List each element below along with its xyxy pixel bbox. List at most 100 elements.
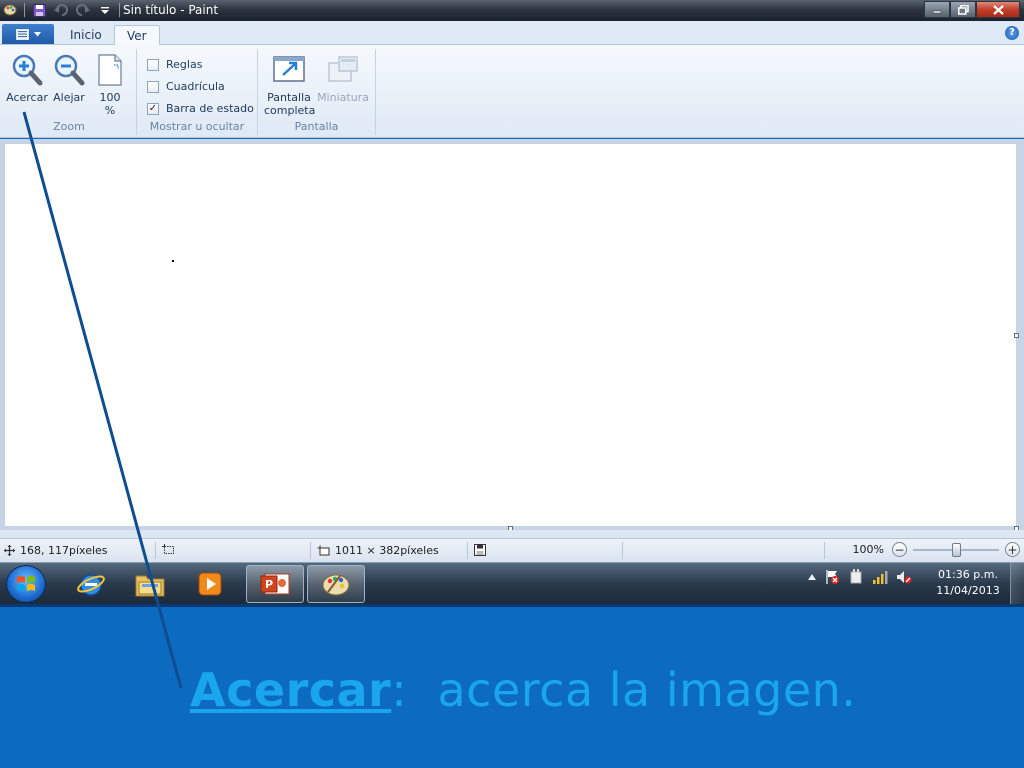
checkmark-icon: ✓ bbox=[147, 102, 159, 115]
zoom-out-button[interactable]: Alejar bbox=[49, 53, 89, 104]
clock-time: 01:36 p.m. bbox=[938, 568, 998, 581]
minimize-button[interactable] bbox=[924, 1, 950, 18]
paint-app-icon[interactable] bbox=[2, 2, 18, 18]
save-icon[interactable] bbox=[31, 2, 47, 18]
qat-separator bbox=[119, 3, 120, 17]
horizontal-scrollbar[interactable] bbox=[0, 530, 1024, 538]
status-separator bbox=[622, 542, 623, 559]
qat-separator bbox=[24, 3, 25, 17]
zoom-out-label: Alejar bbox=[53, 91, 85, 104]
start-button[interactable] bbox=[6, 565, 46, 603]
close-icon bbox=[992, 4, 1004, 15]
svg-text:P: P bbox=[265, 578, 273, 591]
ribbon-panel: Acercar Alejar 100 % Zoom Reglas Cuadríc… bbox=[0, 45, 1024, 138]
zoom-in-label: Acercar bbox=[6, 91, 48, 104]
action-center-flag-icon[interactable] bbox=[824, 569, 840, 585]
zoom-control: 100% − + bbox=[853, 542, 1020, 557]
tab-inicio[interactable]: Inicio bbox=[58, 25, 114, 46]
status-separator bbox=[310, 542, 311, 559]
taskbar-windows-explorer[interactable] bbox=[121, 565, 179, 603]
network-icon[interactable] bbox=[872, 569, 888, 585]
group-zoom: Acercar Alejar 100 % Zoom bbox=[2, 49, 137, 135]
zoom-out-small-icon[interactable]: − bbox=[892, 542, 907, 557]
group-display: Pantalla completa Miniatura Pantalla bbox=[258, 49, 376, 135]
gridlines-checkbox[interactable]: Cuadrícula bbox=[147, 80, 225, 93]
title-bar: Sin título - Paint bbox=[0, 0, 1024, 21]
status-separator bbox=[155, 542, 156, 559]
clock[interactable]: 01:36 p.m. 11/04/2013 bbox=[930, 567, 1006, 599]
paint-menu-button[interactable] bbox=[2, 24, 54, 44]
maximize-button[interactable] bbox=[950, 1, 976, 18]
status-bar: 168, 117píxeles 1011 × 382píxeles 100% −… bbox=[0, 538, 1024, 562]
fullscreen-label-line2: completa bbox=[264, 104, 316, 117]
move-cursor-icon bbox=[4, 545, 15, 556]
volume-muted-icon[interactable] bbox=[896, 569, 912, 585]
window-title: Sin título - Paint bbox=[123, 3, 219, 17]
thumbnail-icon bbox=[326, 53, 360, 87]
restore-icon bbox=[957, 4, 969, 15]
caption-separator: : bbox=[391, 663, 408, 717]
actual-size-button[interactable]: 100 % bbox=[92, 53, 128, 117]
window-controls bbox=[924, 1, 1020, 18]
gridlines-label: Cuadrícula bbox=[166, 80, 225, 93]
show-desktop-button[interactable] bbox=[1010, 563, 1024, 605]
media-player-icon bbox=[198, 572, 222, 596]
selection-size bbox=[162, 544, 180, 555]
zoom-out-icon bbox=[52, 53, 86, 87]
menu-icon bbox=[15, 28, 29, 40]
canvas-size-icon bbox=[317, 545, 330, 556]
resize-handle-right[interactable] bbox=[1014, 333, 1019, 338]
fullscreen-label-line1: Pantalla bbox=[267, 91, 311, 104]
group-show-hide: Reglas Cuadrícula ✓ Barra de estado Most… bbox=[137, 49, 258, 135]
zoom-slider-thumb[interactable] bbox=[952, 543, 961, 557]
powerpoint-icon: P bbox=[260, 573, 290, 595]
taskbar-internet-explorer[interactable] bbox=[62, 565, 120, 603]
power-icon[interactable] bbox=[848, 569, 864, 585]
rulers-checkbox[interactable]: Reglas bbox=[147, 58, 202, 71]
undo-icon[interactable] bbox=[53, 2, 69, 18]
taskbar-media-player[interactable] bbox=[181, 565, 239, 603]
group-label-display: Pantalla bbox=[294, 120, 339, 133]
thumbnail-label: Miniatura bbox=[317, 91, 369, 104]
windows-explorer-icon bbox=[135, 575, 165, 597]
page-icon bbox=[93, 53, 127, 87]
drawing-canvas[interactable] bbox=[5, 144, 1016, 526]
customize-qat-icon[interactable] bbox=[97, 2, 113, 18]
selection-icon bbox=[162, 544, 174, 554]
clock-date: 11/04/2013 bbox=[936, 584, 1000, 597]
cursor-position: 168, 117píxeles bbox=[4, 544, 108, 557]
cursor-position-text: 168, 117píxeles bbox=[20, 544, 108, 557]
zoom-in-button[interactable]: Acercar bbox=[6, 53, 48, 104]
status-bar-label: Barra de estado bbox=[166, 102, 254, 115]
fullscreen-button[interactable]: Pantalla completa bbox=[264, 53, 316, 117]
zoom-in-icon bbox=[10, 53, 44, 87]
gridlines-checkbox-box bbox=[147, 80, 159, 93]
thumbnail-button[interactable]: Miniatura bbox=[316, 53, 370, 104]
chevron-down-icon bbox=[33, 31, 41, 36]
canvas-workspace bbox=[0, 139, 1024, 538]
help-icon[interactable]: ? bbox=[1005, 26, 1019, 40]
actual-size-label-line2: % bbox=[104, 104, 116, 117]
group-label-zoom: Zoom bbox=[53, 120, 85, 133]
rulers-checkbox-box bbox=[147, 58, 159, 71]
minimize-icon bbox=[932, 10, 942, 13]
paint-icon bbox=[322, 574, 350, 596]
quick-access-toolbar bbox=[2, 2, 120, 18]
show-hidden-icons-icon[interactable] bbox=[808, 574, 816, 580]
disk-icon bbox=[474, 544, 486, 556]
system-tray bbox=[808, 569, 912, 585]
actual-size-label-line1: 100 bbox=[99, 91, 121, 104]
zoom-slider[interactable] bbox=[913, 542, 999, 557]
taskbar-powerpoint[interactable]: P bbox=[246, 565, 304, 603]
slide-caption-area: Acercar: acerca la imagen. bbox=[0, 604, 1024, 768]
tab-ver[interactable]: Ver bbox=[114, 25, 160, 46]
caption-keyword: Acercar bbox=[190, 663, 392, 717]
zoom-in-small-icon[interactable]: + bbox=[1005, 542, 1020, 557]
canvas-size: 1011 × 382píxeles bbox=[317, 544, 439, 557]
fullscreen-icon bbox=[272, 53, 306, 87]
close-button[interactable] bbox=[976, 1, 1020, 18]
taskbar-paint[interactable] bbox=[307, 565, 365, 603]
internet-explorer-icon bbox=[77, 574, 105, 596]
status-bar-checkbox[interactable]: ✓ Barra de estado bbox=[147, 102, 254, 115]
redo-icon[interactable] bbox=[75, 2, 91, 18]
